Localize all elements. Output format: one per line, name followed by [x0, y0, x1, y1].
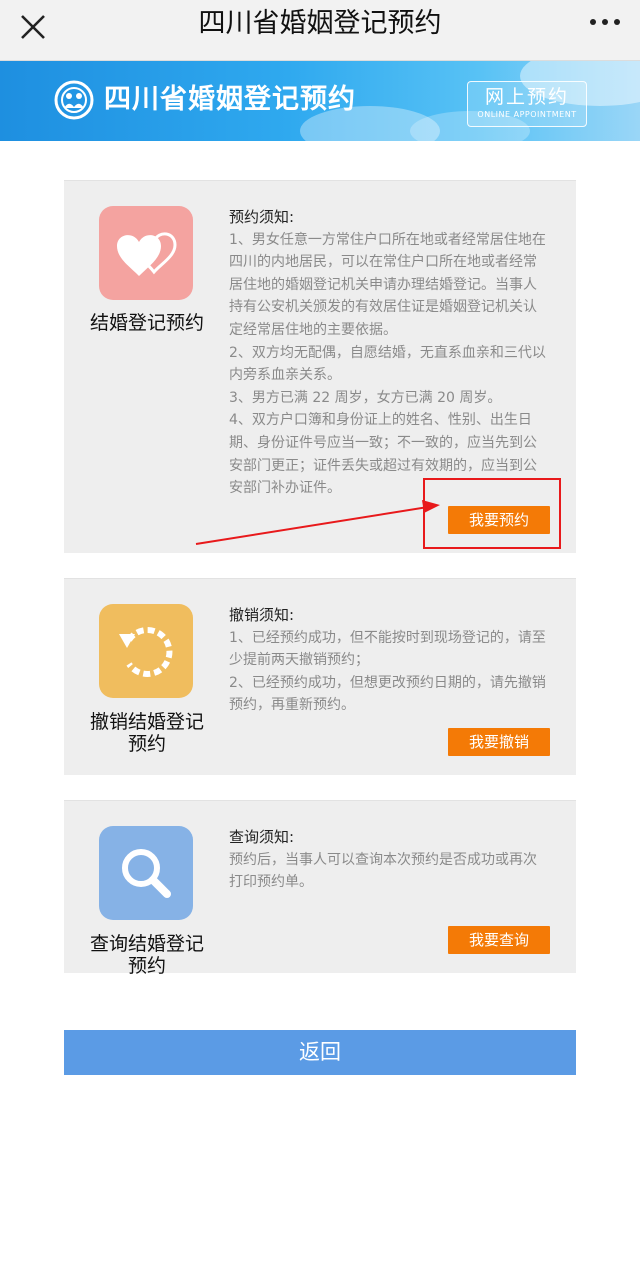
more-icon[interactable] [588, 10, 622, 34]
top-bar: 四川省婚姻登记预约 [0, 0, 640, 61]
cancel-appointment-card: 撤销结婚登记 预约 撤销须知: 1、已经预约成功，但不能按时到现场登记的，请至 … [64, 578, 576, 775]
page-title: 四川省婚姻登记预约 [198, 8, 442, 39]
notice-line: 少提前两天撤销预约； [229, 652, 369, 669]
notice-line: 定经常居住地的主要依据。 [229, 321, 397, 338]
query-appointment-card: 查询结婚登记 预约 查询须知: 预约后，当事人可以查询本次预约是否成功或再次 打… [64, 800, 576, 977]
notice-line: 2、已经预约成功，但想更改预约日期的，请先撤销 [229, 674, 546, 691]
label-line: 预约 [127, 733, 166, 755]
notice-line: 4、双方户口簿和身份证上的姓名、性别、出生日 [229, 412, 532, 429]
label-line: 查询结婚登记 [89, 933, 204, 955]
notice-line: 打印预约单。 [229, 874, 313, 891]
notice-line: 安部门更正；证件丢失或超过有效期的，应当到公 [229, 457, 537, 474]
notice-line: 内旁系血亲关系。 [229, 367, 341, 384]
emblem-icon [54, 80, 94, 120]
cancel-appointment-button[interactable]: 我要撤销 [448, 728, 550, 756]
online-appointment-cn: 网上预约 [484, 86, 569, 108]
label-line: 撤销结婚登记 [89, 711, 204, 733]
notice-line: 1、已经预约成功，但不能按时到现场登记的，请至 [229, 629, 546, 646]
highlight-box [423, 478, 561, 549]
notice-line: 期、身份证件号应当一致；不一致的，应当先到公 [229, 434, 537, 451]
notice-line: 2、双方均无配偶，自愿结婚，无直系血亲和三代以 [229, 344, 546, 361]
query-appointment-button[interactable]: 我要查询 [448, 926, 550, 954]
notice-title: 预约须知: [229, 208, 295, 226]
cancel-notice: 撤销须知: 1、已经预约成功，但不能按时到现场登记的，请至 少提前两天撤销预约；… [229, 604, 554, 717]
notice-line: 1、男女任意一方常住户口所在地或者经常居住地在 [229, 231, 546, 248]
notice-line: 3、男方已满 22 周岁，女方已满 20 周岁。 [229, 389, 502, 406]
undo-icon [119, 627, 173, 677]
query-icon-tile [99, 826, 193, 920]
notice-line: 持有公安机关颁发的有效居住证是婚姻登记机关认 [229, 299, 537, 316]
hearts-icon [117, 232, 177, 276]
marriage-appointment-label: 结婚登记预约 [89, 312, 204, 334]
online-appointment-badge: 网上预约 ONLINE APPOINTMENT [467, 81, 587, 127]
banner-title: 四川省婚姻登记预约 [104, 84, 356, 115]
notice-line: 居住地的婚姻登记机关申请办理结婚登记。当事人 [229, 276, 537, 293]
cancel-icon-tile [99, 604, 193, 698]
query-notice: 查询须知: 预约后，当事人可以查询本次预约是否成功或再次 打印预约单。 [229, 826, 554, 894]
notice-title: 查询须知: [229, 828, 295, 846]
cancel-appointment-label: 撤销结婚登记 预约 [82, 711, 212, 755]
notice-line: 四川的内地居民，可以在常住户口所在地或者经常 [229, 254, 537, 271]
online-appointment-en: ONLINE APPOINTMENT [477, 110, 577, 119]
search-icon [122, 849, 171, 898]
notice-line: 预约后，当事人可以查询本次预约是否成功或再次 [229, 851, 537, 868]
return-button[interactable]: 返回 [64, 1030, 576, 1075]
appointment-notice: 预约须知: 1、男女任意一方常住户口所在地或者经常居住地在 四川的内地居民，可以… [229, 206, 554, 500]
notice-title: 撤销须知: [229, 606, 295, 624]
label-line: 预约 [127, 955, 166, 977]
header-banner: 四川省婚姻登记预约 网上预约 ONLINE APPOINTMENT [0, 61, 640, 141]
marriage-icon-tile [99, 206, 193, 300]
query-appointment-label: 查询结婚登记 预约 [82, 933, 212, 977]
notice-line: 预约，再重新预约。 [229, 697, 355, 714]
